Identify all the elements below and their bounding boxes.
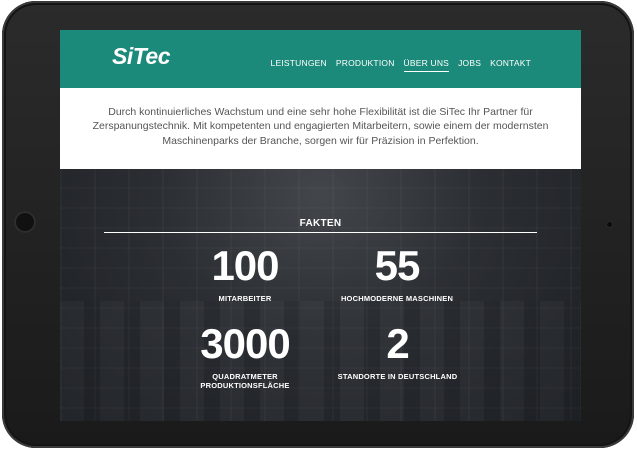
- camera-icon: [607, 222, 612, 227]
- nav-item-jobs[interactable]: JOBS: [458, 58, 481, 72]
- stat-label: HOCHMODERNE MASCHINEN: [340, 294, 454, 303]
- stat-value: 55: [374, 242, 421, 289]
- stat-floor-area: 3000 QUADRATMETER PRODUKTIONSFLÄCHE: [160, 320, 330, 391]
- stat-value: 100: [211, 242, 279, 289]
- nav-item-leistungen[interactable]: LEISTUNGEN: [271, 58, 327, 72]
- stat-label: STANDORTE IN DEUTSCHLAND: [337, 372, 458, 381]
- home-button[interactable]: [14, 211, 36, 233]
- website-screen: SiTec LEISTUNGEN PRODUKTION ÜBER UNS JOB…: [60, 30, 581, 421]
- stat-value: 2: [386, 320, 409, 367]
- stat-locations: 2 STANDORTE IN DEUTSCHLAND: [325, 320, 470, 382]
- main-nav: LEISTUNGEN PRODUKTION ÜBER UNS JOBS KONT…: [271, 58, 531, 72]
- nav-item-kontakt[interactable]: KONTAKT: [490, 58, 531, 72]
- nav-item-produktion[interactable]: PRODUKTION: [336, 58, 395, 72]
- stat-label: QUADRATMETER PRODUKTIONSFLÄCHE: [200, 372, 290, 390]
- sitec-logo[interactable]: SiTec: [112, 43, 171, 70]
- facts-section: FAKTEN 100 MITARBEITER 55 HOCHMODERNE MA…: [60, 169, 581, 421]
- stat-label: MITARBEITER: [218, 294, 272, 303]
- stat-value: 3000: [200, 320, 290, 367]
- facts-divider: [104, 232, 537, 233]
- stat-employees: 100 MITARBEITER: [175, 242, 315, 304]
- tablet-frame: SiTec LEISTUNGEN PRODUKTION ÜBER UNS JOB…: [2, 1, 634, 448]
- header-bar: SiTec LEISTUNGEN PRODUKTION ÜBER UNS JOB…: [60, 30, 581, 88]
- stat-machines: 55 HOCHMODERNE MASCHINEN: [327, 242, 467, 304]
- facts-title: FAKTEN: [299, 218, 342, 229]
- nav-item-ueber-uns[interactable]: ÜBER UNS: [403, 58, 450, 72]
- intro-text: Durch kontinuierliches Wachstum und eine…: [92, 105, 549, 147]
